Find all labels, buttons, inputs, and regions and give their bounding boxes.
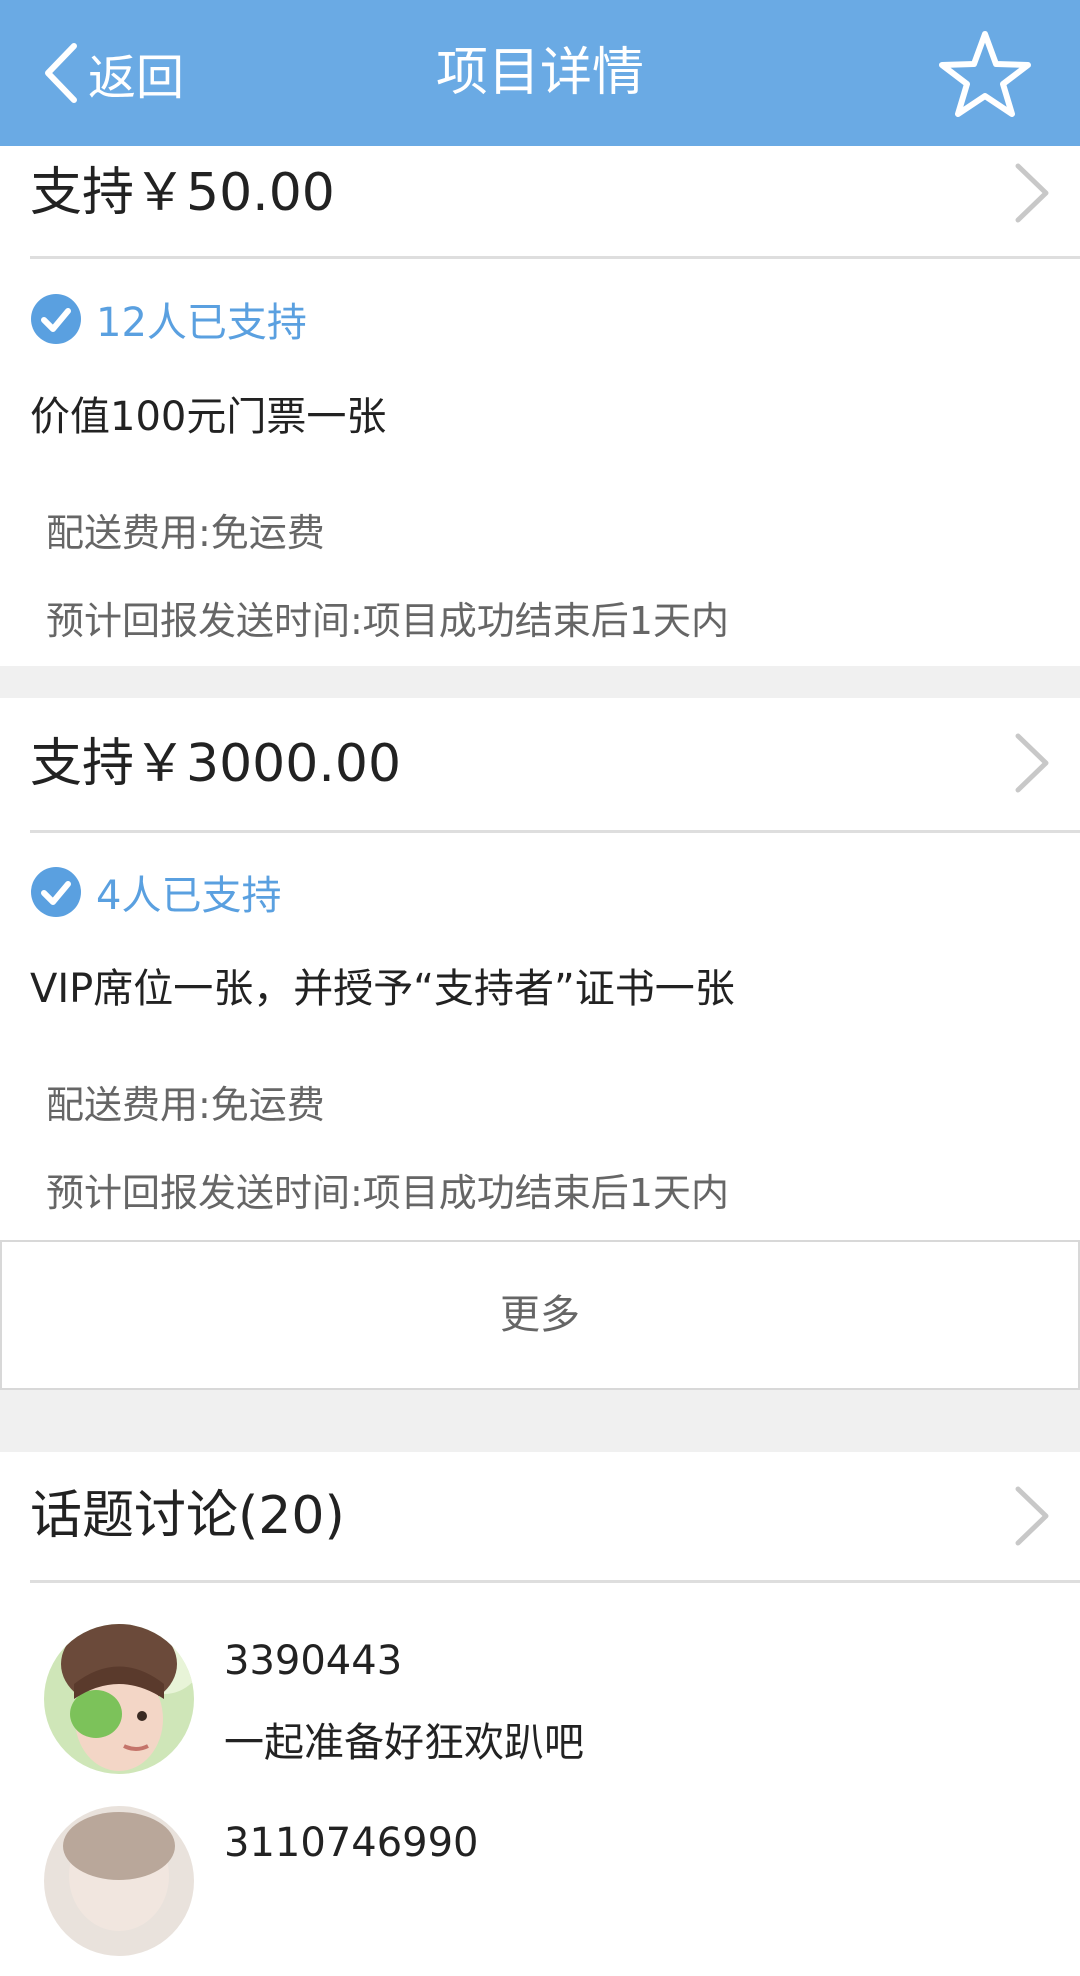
top-navigation-bar: 返回 项目详情 [0, 0, 1080, 146]
reward-description: 价值100元门票一张 [30, 394, 387, 440]
comment-item[interactable]: 3110746990 [0, 1806, 1080, 1976]
discussion-header[interactable]: 话题讨论(20) [0, 1452, 1080, 1580]
comment-item[interactable]: 3390443 一起准备好狂欢趴吧 [0, 1624, 1080, 1794]
avatar-image [44, 1624, 194, 1774]
reward-tier-1: 支持￥50.00 12人已支持 价值100元门票一张 配送费用:免运费 预计回报… [0, 146, 1080, 666]
supporters-text: 12人已支持 [96, 300, 307, 346]
delivery-time: 预计回报发送时间:项目成功结束后1天内 [46, 599, 729, 643]
discussion-title: 话题讨论(20) [30, 1486, 345, 1546]
divider [30, 830, 1080, 833]
section-gap [0, 666, 1080, 698]
chevron-right-icon [1015, 1486, 1049, 1546]
avatar[interactable] [44, 1624, 194, 1774]
avatar[interactable] [44, 1806, 194, 1956]
shipping-fee: 配送费用:免运费 [46, 1083, 325, 1127]
chevron-right-icon [1015, 163, 1049, 223]
check-circle-icon [31, 294, 81, 344]
reward-tier-2: 支持￥3000.00 4人已支持 VIP席位一张，并授予“支持者”证书一张 配送… [0, 698, 1080, 1242]
shipping-fee: 配送费用:免运费 [46, 511, 325, 555]
more-button[interactable]: 更多 [0, 1240, 1080, 1390]
divider [30, 256, 1080, 259]
comment-text: 一起准备好狂欢趴吧 [224, 1720, 584, 1766]
supporters-count: 4人已支持 [30, 864, 281, 920]
comment-username: 3110746990 [224, 1820, 479, 1866]
chevron-left-icon [45, 43, 77, 103]
supporters-text: 4人已支持 [96, 873, 282, 919]
divider [30, 1580, 1080, 1583]
back-label: 返回 [88, 50, 185, 106]
star-outline-icon[interactable] [935, 28, 1035, 118]
chevron-right-icon [1015, 733, 1049, 793]
avatar-image [44, 1806, 194, 1956]
reward-tier-title: 支持￥50.00 [30, 163, 335, 223]
section-gap [0, 1390, 1080, 1452]
reward-tier-header[interactable]: 支持￥3000.00 [0, 698, 1080, 830]
check-circle-icon [31, 867, 81, 917]
discussion-section: 话题讨论(20) 3390443 一起准备好狂欢趴吧 3110746990 [0, 1452, 1080, 1956]
reward-tier-header[interactable]: 支持￥50.00 [0, 146, 1080, 256]
delivery-time: 预计回报发送时间:项目成功结束后1天内 [46, 1171, 729, 1215]
comment-username: 3390443 [224, 1638, 403, 1684]
supporters-count: 12人已支持 [30, 291, 307, 347]
back-button[interactable]: 返回 [40, 38, 184, 108]
reward-description: VIP席位一张，并授予“支持者”证书一张 [30, 966, 735, 1012]
reward-tier-title: 支持￥3000.00 [30, 734, 402, 794]
